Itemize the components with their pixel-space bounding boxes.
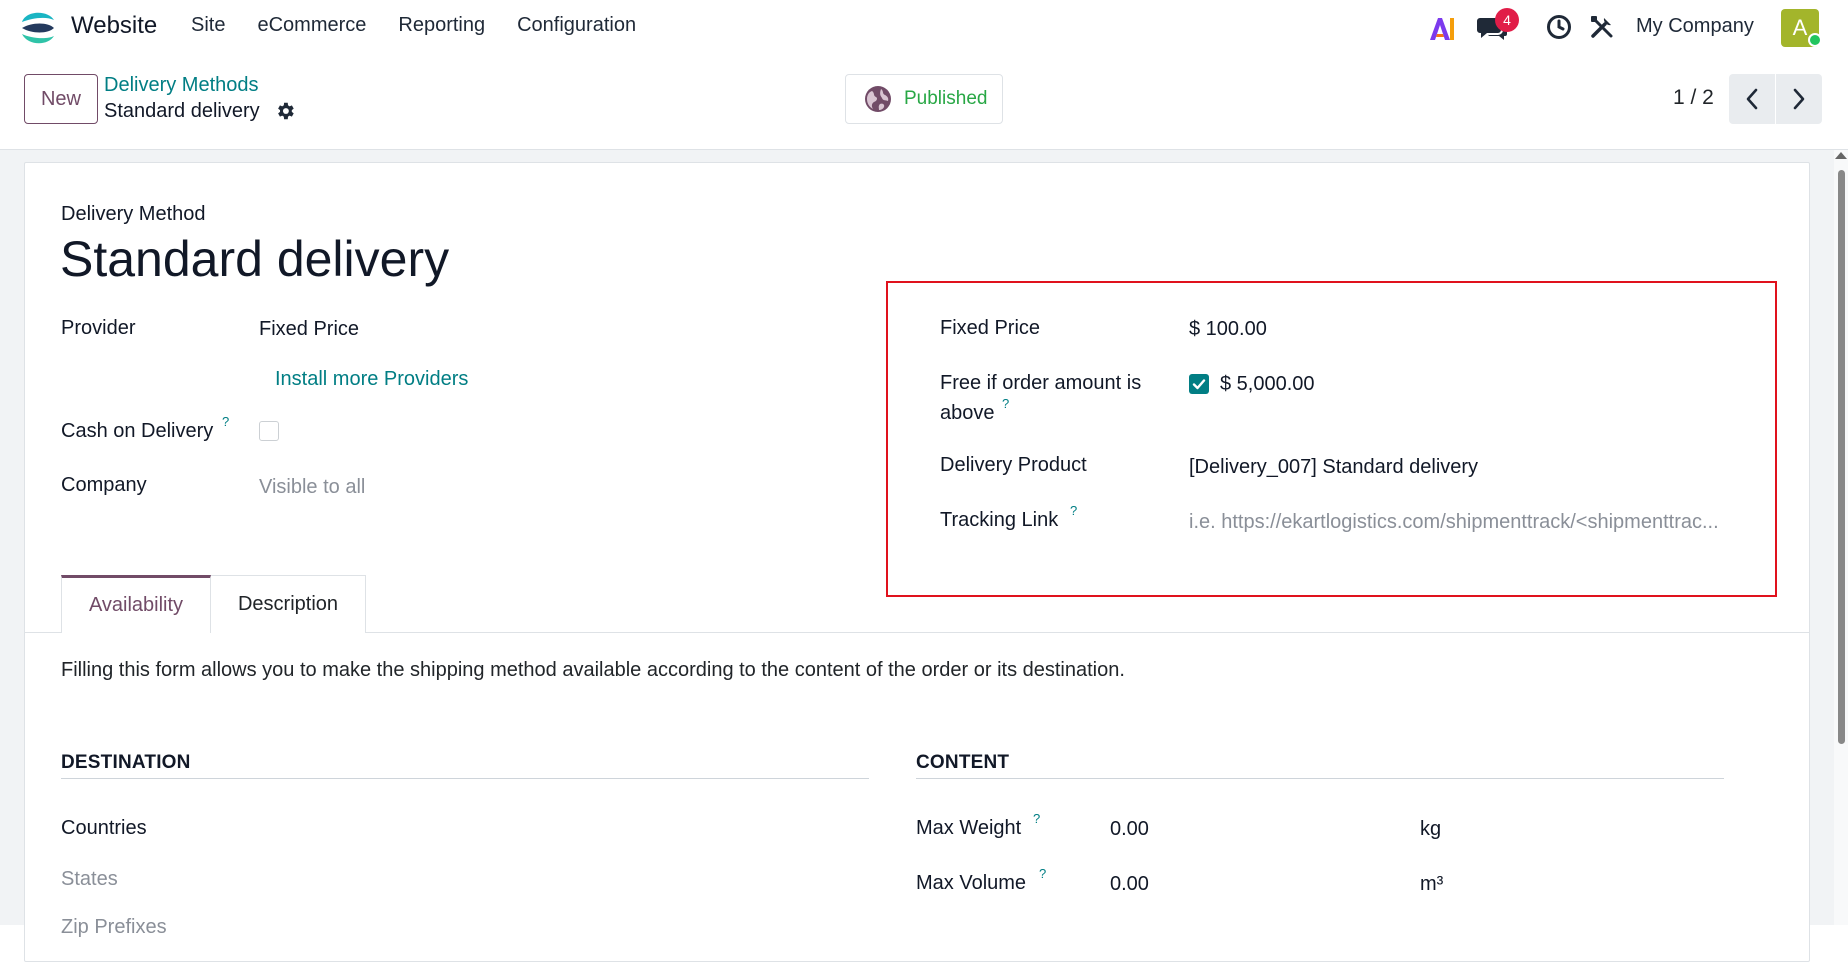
company-field[interactable]: Visible to all	[259, 476, 365, 499]
countries-label: Countries	[61, 817, 147, 839]
control-panel: New Delivery Methods Standard delivery P…	[0, 56, 1848, 150]
free-threshold-label-line2: above	[940, 402, 995, 424]
destination-section-title: DESTINATION	[61, 752, 191, 773]
published-button[interactable]: Published	[845, 74, 1003, 124]
free-threshold-help-icon[interactable]: ?	[1002, 396, 1009, 411]
fixed-price-field[interactable]: $ 100.00	[1189, 318, 1267, 341]
max-volume-field[interactable]: 0.00	[1110, 873, 1149, 896]
delivery-product-label: Delivery Product	[940, 454, 1087, 476]
tab-availability[interactable]: Availability	[61, 575, 211, 633]
pager-value[interactable]: 1 / 2	[1673, 86, 1714, 110]
globe-icon	[865, 86, 891, 112]
company-label: Company	[61, 474, 147, 496]
max-weight-field[interactable]: 0.00	[1110, 818, 1149, 841]
scrollbar-thumb[interactable]	[1838, 170, 1845, 744]
checkmark-icon	[1192, 379, 1206, 390]
chat-count-badge: 4	[1495, 8, 1519, 32]
states-label: States	[61, 868, 118, 890]
published-label: Published	[904, 88, 988, 109]
scroll-up-arrow[interactable]	[1835, 152, 1847, 159]
clock-icon[interactable]	[1546, 14, 1572, 40]
free-threshold-checkbox[interactable]	[1189, 374, 1209, 394]
max-volume-label: Max Volume	[916, 872, 1027, 894]
install-providers-link[interactable]: Install more Providers	[275, 368, 468, 391]
menu-ecommerce[interactable]: eCommerce	[257, 14, 366, 37]
website-app-icon[interactable]	[18, 8, 58, 48]
tab-description[interactable]: Description	[211, 575, 366, 633]
delivery-product-field[interactable]: [Delivery_007] Standard delivery	[1189, 456, 1478, 479]
app-name[interactable]: Website	[71, 12, 157, 40]
destination-rule	[61, 778, 869, 779]
ai-icon[interactable]	[1428, 14, 1456, 42]
pager-previous-button[interactable]	[1729, 74, 1775, 124]
top-navbar: Website Site eCommerce Reporting Configu…	[0, 0, 1848, 56]
tracking-link-help-icon[interactable]: ?	[1070, 503, 1077, 518]
max-volume-unit: m³	[1420, 873, 1444, 895]
record-type-label: Delivery Method	[61, 203, 206, 225]
company-switcher[interactable]: My Company	[1636, 15, 1754, 38]
cod-help-icon[interactable]: ?	[222, 414, 229, 429]
record-title[interactable]: Standard delivery	[60, 230, 449, 288]
provider-field[interactable]: Fixed Price	[259, 318, 359, 341]
max-volume-help-icon[interactable]: ?	[1039, 866, 1046, 881]
gear-icon[interactable]	[274, 100, 296, 122]
max-weight-label: Max Weight	[916, 817, 1022, 839]
availability-description: Filling this form allows you to make the…	[61, 659, 1125, 681]
main-menu: Site eCommerce Reporting Configuration	[191, 14, 668, 37]
breadcrumb-delivery-methods[interactable]: Delivery Methods	[104, 74, 259, 97]
cash-on-delivery-checkbox[interactable]	[259, 421, 279, 441]
content-rule	[916, 778, 1724, 779]
free-threshold-amount-field[interactable]: $ 5,000.00	[1220, 373, 1315, 396]
menu-configuration[interactable]: Configuration	[517, 14, 636, 37]
cash-on-delivery-label: Cash on Delivery	[61, 420, 214, 442]
fixed-price-label: Fixed Price	[940, 317, 1041, 339]
new-button[interactable]: New	[24, 74, 98, 124]
zip-prefixes-label: Zip Prefixes	[61, 916, 167, 938]
chevron-right-icon	[1793, 88, 1805, 110]
menu-reporting[interactable]: Reporting	[398, 14, 485, 37]
max-weight-help-icon[interactable]: ?	[1033, 811, 1040, 826]
chevron-left-icon	[1746, 88, 1758, 110]
max-weight-unit: kg	[1420, 818, 1442, 840]
tracking-link-label: Tracking Link	[940, 509, 1059, 531]
pager-next-button[interactable]	[1776, 74, 1822, 124]
tools-icon[interactable]	[1589, 14, 1615, 40]
tracking-link-field[interactable]: i.e. https://ekartlogistics.com/shipment…	[1189, 511, 1764, 534]
content-section-title: CONTENT	[916, 752, 1010, 773]
breadcrumb-current: Standard delivery	[104, 100, 260, 122]
menu-site[interactable]: Site	[191, 14, 225, 37]
free-threshold-label-line1: Free if order amount is	[940, 372, 1142, 394]
provider-label: Provider	[61, 317, 136, 339]
online-status-dot	[1808, 33, 1822, 47]
